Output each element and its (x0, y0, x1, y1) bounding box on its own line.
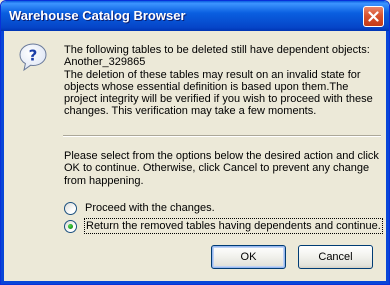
option-return-tables[interactable]: Return the removed tables having depende… (64, 218, 383, 234)
message-line: The following tables to be deleted still… (64, 44, 370, 56)
svg-text:?: ? (29, 47, 38, 65)
close-button[interactable] (363, 6, 384, 27)
dialog-window: Warehouse Catalog Browser ? The followin… (0, 0, 390, 285)
window-frame-bottom (1, 281, 389, 284)
window-title: Warehouse Catalog Browser (9, 8, 186, 23)
cancel-button[interactable]: Cancel (298, 245, 373, 269)
instructions-text: Please select from the options below the… (64, 150, 382, 187)
window-frame-right (386, 31, 389, 284)
radio-proceed[interactable] (64, 201, 77, 215)
ok-button[interactable]: OK (211, 245, 286, 269)
message-line: project integrity will be verified if yo… (64, 93, 373, 106)
question-icon: ? (19, 43, 47, 72)
option-return-tables-label: Return the removed tables having depende… (84, 218, 383, 234)
message-line: Another_329865 (64, 56, 146, 69)
instructions-line: OK to continue. Otherwise, click Cancel … (64, 162, 370, 175)
message-line: changes. This verification may take a fe… (64, 105, 317, 118)
message-line: objects whose essential definition is ba… (64, 80, 349, 93)
instructions-line: from happening. (64, 174, 144, 187)
message-text: The following tables to be deleted still… (64, 44, 376, 118)
instructions-line: Please select from the options below the… (64, 150, 379, 162)
message-line: The deletion of these tables may result … (64, 68, 361, 81)
option-proceed[interactable]: Proceed with the changes. (64, 200, 215, 216)
window-frame-left (1, 31, 4, 284)
separator (63, 135, 381, 137)
radio-return-tables[interactable] (64, 219, 77, 233)
close-icon (368, 11, 379, 22)
option-proceed-label: Proceed with the changes. (85, 202, 215, 214)
title-bar[interactable]: Warehouse Catalog Browser (1, 1, 389, 31)
